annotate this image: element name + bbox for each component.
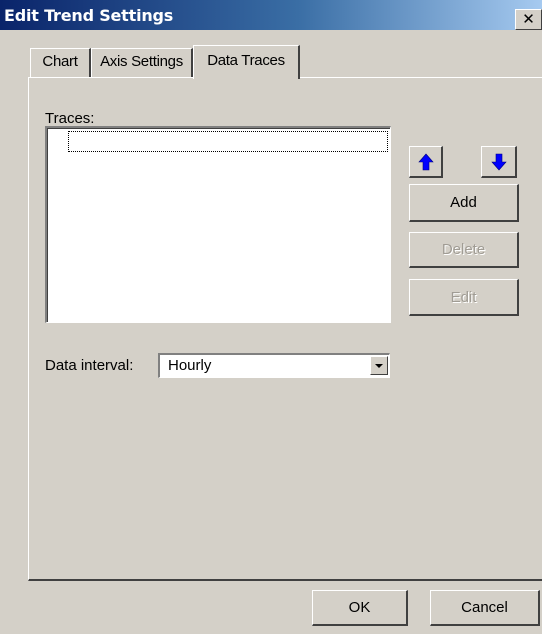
- ok-button[interactable]: OK: [312, 590, 408, 626]
- cancel-button[interactable]: Cancel: [430, 590, 540, 626]
- delete-button[interactable]: Delete: [409, 232, 519, 268]
- focus-rectangle: [68, 131, 388, 152]
- arrow-up-icon: [417, 153, 434, 170]
- arrow-down-icon: [490, 153, 507, 170]
- add-button[interactable]: Add: [409, 184, 519, 222]
- close-icon: ✕: [522, 10, 535, 28]
- dropdown-button[interactable]: [370, 356, 388, 375]
- edit-button[interactable]: Edit: [409, 279, 519, 316]
- data-interval-select[interactable]: Hourly: [158, 353, 390, 378]
- move-down-button[interactable]: [481, 146, 517, 178]
- tab-chart[interactable]: Chart: [30, 48, 91, 77]
- chevron-down-icon: [375, 364, 383, 368]
- move-up-button[interactable]: [409, 146, 443, 178]
- close-button[interactable]: ✕: [515, 9, 542, 30]
- traces-label: Traces:: [45, 110, 95, 127]
- traces-listbox[interactable]: [45, 126, 391, 323]
- data-interval-label: Data interval:: [45, 357, 134, 374]
- tab-data-traces[interactable]: Data Traces: [193, 45, 300, 79]
- tab-axis-settings[interactable]: Axis Settings: [91, 48, 193, 77]
- data-interval-value: Hourly: [168, 357, 212, 374]
- window-title: Edit Trend Settings: [4, 6, 174, 25]
